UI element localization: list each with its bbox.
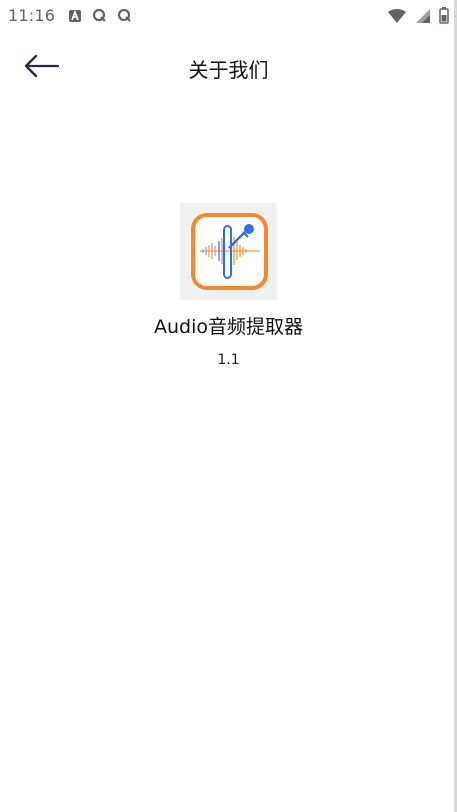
battery-icon <box>439 7 449 28</box>
status-bar: 11:16 <box>0 0 457 32</box>
page-title: 关于我们 <box>188 58 269 82</box>
status-notification-icons <box>68 8 132 27</box>
app-bar: 关于我们 <box>0 32 457 102</box>
wifi-icon <box>387 8 407 28</box>
app-name: Audio音频提取器 <box>153 316 303 338</box>
status-system-icons <box>387 7 449 28</box>
status-time: 11:16 <box>8 6 56 25</box>
a-notification-icon <box>68 8 82 27</box>
q-notification-icon <box>117 8 132 27</box>
audio-extractor-app-icon <box>180 203 277 300</box>
q-notification-icon <box>92 8 107 27</box>
app-version: 1.1 <box>217 352 240 368</box>
signal-icon <box>415 8 431 28</box>
